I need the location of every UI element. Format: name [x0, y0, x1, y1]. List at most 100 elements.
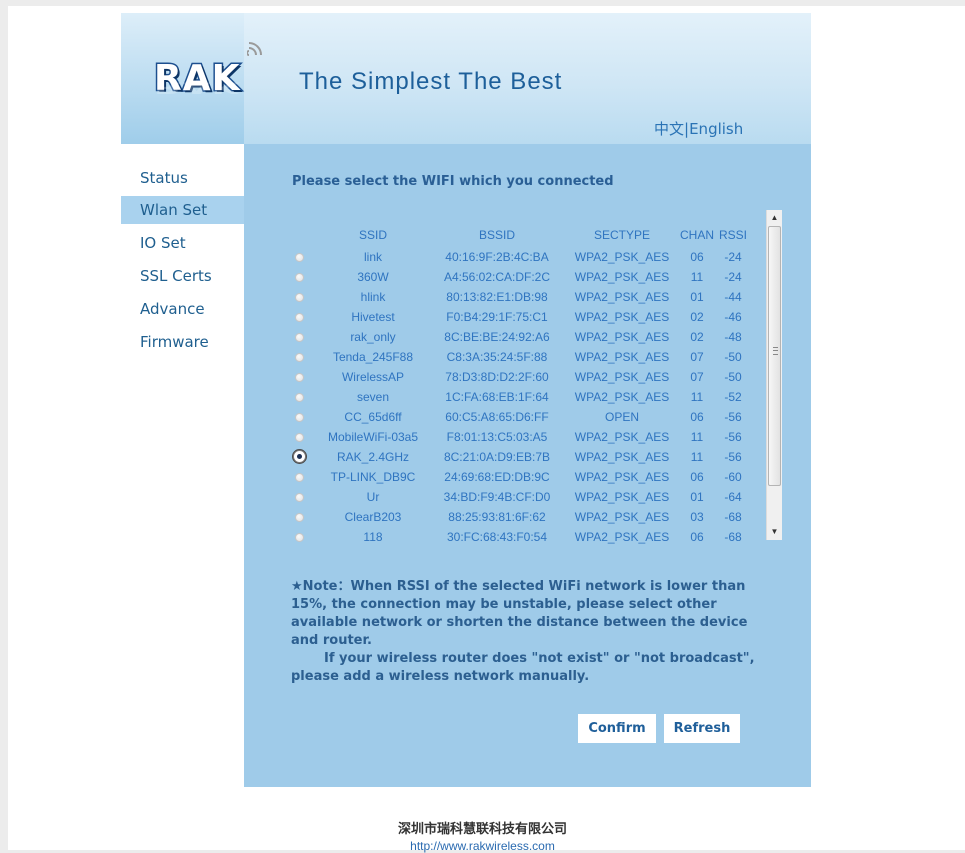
column-header-bssid: BSSID [478, 228, 515, 242]
sidebar-item-wlan-set[interactable]: Wlan Set [121, 196, 244, 224]
wifi-rssi: -68 [724, 530, 742, 544]
wifi-ssid: Tenda_245F88 [332, 350, 414, 364]
sidebar-item-io-set[interactable]: IO Set [121, 229, 244, 257]
sidebar-item-status[interactable]: Status [121, 164, 244, 192]
wifi-ssid: 118 [363, 530, 383, 544]
wifi-sectype: WPA2_PSK_AES [574, 450, 670, 464]
note-manual-add: If your wireless router does "not exist"… [291, 651, 755, 684]
wifi-radio[interactable] [295, 353, 304, 362]
wifi-rssi: -50 [724, 350, 742, 364]
wifi-ssid: rak_only [350, 330, 396, 344]
wifi-row[interactable]: RAK_2.4GHz 8C:21:0A:D9:EB:7B WPA2_PSK_AES 1… [288, 448, 768, 468]
wifi-sectype: WPA2_PSK_AES [574, 430, 670, 444]
wifi-row[interactable]: 360W A4:56:02:CA:DF:2C WPA2_PSK_AES 11 -24 [288, 268, 768, 288]
wifi-channel: 11 [690, 270, 704, 284]
wifi-ssid: Ur [366, 490, 380, 504]
wifi-rssi: -52 [724, 390, 742, 404]
wifi-channel: 06 [690, 470, 704, 484]
wifi-radio[interactable] [295, 413, 304, 422]
wifi-radio[interactable] [295, 513, 304, 522]
wifi-row[interactable]: hlink 80:13:82:E1:DB:98 WPA2_PSK_AES 01 -44 [288, 288, 768, 308]
wifi-radio[interactable] [295, 333, 304, 342]
column-header-rssi: RSSI [718, 228, 747, 242]
wifi-sectype: WPA2_PSK_AES [574, 250, 670, 264]
wifi-radio[interactable] [295, 373, 304, 382]
lang-chinese-link[interactable]: 中文 [654, 120, 684, 138]
scroll-up-arrow-icon[interactable]: ▲ [767, 210, 782, 226]
wifi-rssi: -56 [724, 410, 742, 424]
wifi-signal-icon [247, 42, 262, 56]
wifi-radio[interactable] [295, 273, 304, 282]
wifi-sectype: WPA2_PSK_AES [574, 290, 670, 304]
wifi-row[interactable]: seven 1C:FA:68:EB:1F:64 WPA2_PSK_AES 11 -52 [288, 388, 768, 408]
wifi-radio[interactable] [295, 473, 304, 482]
wifi-sectype: WPA2_PSK_AES [574, 350, 670, 364]
wifi-bssid: F8:01:13:C5:03:A5 [446, 430, 548, 444]
wifi-sectype: WPA2_PSK_AES [574, 510, 670, 524]
wifi-row[interactable]: link 40:16:9F:2B:4C:BA WPA2_PSK_AES 06 -24 [288, 248, 768, 268]
wifi-bssid: C8:3A:35:24:5F:88 [446, 350, 548, 364]
wifi-channel: 06 [690, 250, 704, 264]
wifi-rssi: -24 [724, 270, 742, 284]
wifi-sectype: WPA2_PSK_AES [574, 490, 670, 504]
wifi-channel: 07 [690, 350, 704, 364]
rak-logo-reflection: RAK [154, 78, 241, 97]
wifi-channel: 11 [690, 450, 704, 464]
wifi-channel: 11 [690, 390, 704, 404]
lang-english-link[interactable]: English [689, 120, 743, 138]
wifi-ssid: ClearB203 [344, 510, 402, 524]
sidebar-item-advance[interactable]: Advance [121, 295, 244, 323]
column-header-chan: CHAN [680, 228, 715, 242]
wifi-radio[interactable] [295, 493, 304, 502]
wifi-radio[interactable] [295, 533, 304, 542]
wifi-sectype: WPA2_PSK_AES [574, 270, 670, 284]
wifi-ssid: Hivetest [351, 310, 395, 324]
wifi-row[interactable]: CC_65d6ff 60:C5:A8:65:D6:FF OPEN 06 -56 [288, 408, 768, 428]
company-name: 深圳市瑞科慧联科技有限公司 [397, 822, 567, 837]
wifi-bssid: F0:B4:29:1F:75:C1 [446, 310, 548, 324]
wifi-radio[interactable] [295, 433, 304, 442]
wifi-radio[interactable] [295, 313, 304, 322]
sidebar-item-firmware[interactable]: Firmware [121, 328, 244, 356]
wifi-rssi: -46 [724, 310, 742, 324]
wifi-rssi: -56 [724, 450, 742, 464]
wifi-row[interactable]: Hivetest F0:B4:29:1F:75:C1 WPA2_PSK_AES 02 -… [288, 308, 768, 328]
scrollbar-thumb[interactable] [768, 226, 781, 486]
note-rssi-warning: ★Note：When RSSI of the selected WiFi net… [291, 579, 748, 648]
wifi-bssid: 30:FC:68:43:F0:54 [446, 530, 548, 544]
wifi-radio[interactable] [295, 393, 304, 402]
wifi-row[interactable]: WirelessAP 78:D3:8D:D2:2F:60 WPA2_PSK_AES 0… [288, 368, 768, 388]
scroll-down-arrow-icon[interactable]: ▼ [767, 524, 782, 540]
wifi-row[interactable]: 118 30:FC:68:43:F0:54 WPA2_PSK_AES 06 -68 [288, 528, 768, 548]
header: RAK RAK The Simplest The Best 中文|English [121, 13, 811, 144]
wifi-radio[interactable] [295, 293, 304, 302]
wifi-list[interactable]: SSID BSSID SECTYPE CHAN RSSI link 40:16:9… [288, 210, 784, 544]
wifi-bssid: 60:C5:A8:65:D6:FF [445, 410, 549, 424]
sidebar-item-ssl-certs[interactable]: SSL Certs [121, 262, 244, 290]
wifi-row[interactable]: ClearB203 88:25:93:81:6F:62 WPA2_PSK_AES 03… [288, 508, 768, 528]
wifi-ssid: TP-LINK_DB9C [330, 470, 416, 484]
wifi-radio[interactable] [295, 253, 304, 262]
wifi-rssi: -64 [724, 490, 742, 504]
wifi-channel: 07 [690, 370, 704, 384]
wifi-ssid: RAK_2.4GHz [336, 450, 410, 464]
wifi-row[interactable]: Ur 34:BD:F9:4B:CF:D0 WPA2_PSK_AES 01 -64 [288, 488, 768, 508]
refresh-button[interactable]: Refresh [664, 714, 740, 743]
sidebar: Status Wlan Set IO Set SSL Certs Advance… [121, 144, 244, 787]
wifi-channel: 02 [690, 310, 704, 324]
wifi-bssid: 8C:BE:BE:24:92:A6 [444, 330, 550, 344]
wifi-radio[interactable] [293, 450, 306, 463]
wifi-list-scrollbar[interactable]: ▲ ▼ [766, 210, 782, 540]
wifi-ssid: 360W [357, 270, 389, 284]
wifi-row[interactable]: Tenda_245F88 C8:3A:35:24:5F:88 WPA2_PSK_AE… [288, 348, 768, 368]
wifi-row[interactable]: TP-LINK_DB9C 24:69:68:ED:DB:9C WPA2_PSK_AE… [288, 468, 768, 488]
wifi-row[interactable]: rak_only 8C:BE:BE:24:92:A6 WPA2_PSK_AES 02 -… [288, 328, 768, 348]
wifi-row[interactable]: MobileWiFi-03a5 F8:01:13:C5:03:A5 WPA2_PSK… [288, 428, 768, 448]
website-link[interactable]: http://www.rakwireless.com [0, 839, 965, 853]
wifi-list-header: SSID BSSID SECTYPE CHAN RSSI [288, 228, 768, 244]
confirm-button[interactable]: Confirm [578, 714, 656, 743]
wifi-bssid: 88:25:93:81:6F:62 [448, 510, 546, 524]
wifi-channel: 03 [690, 510, 704, 524]
wifi-channel: 11 [690, 430, 704, 444]
wifi-rssi: -44 [724, 290, 742, 304]
